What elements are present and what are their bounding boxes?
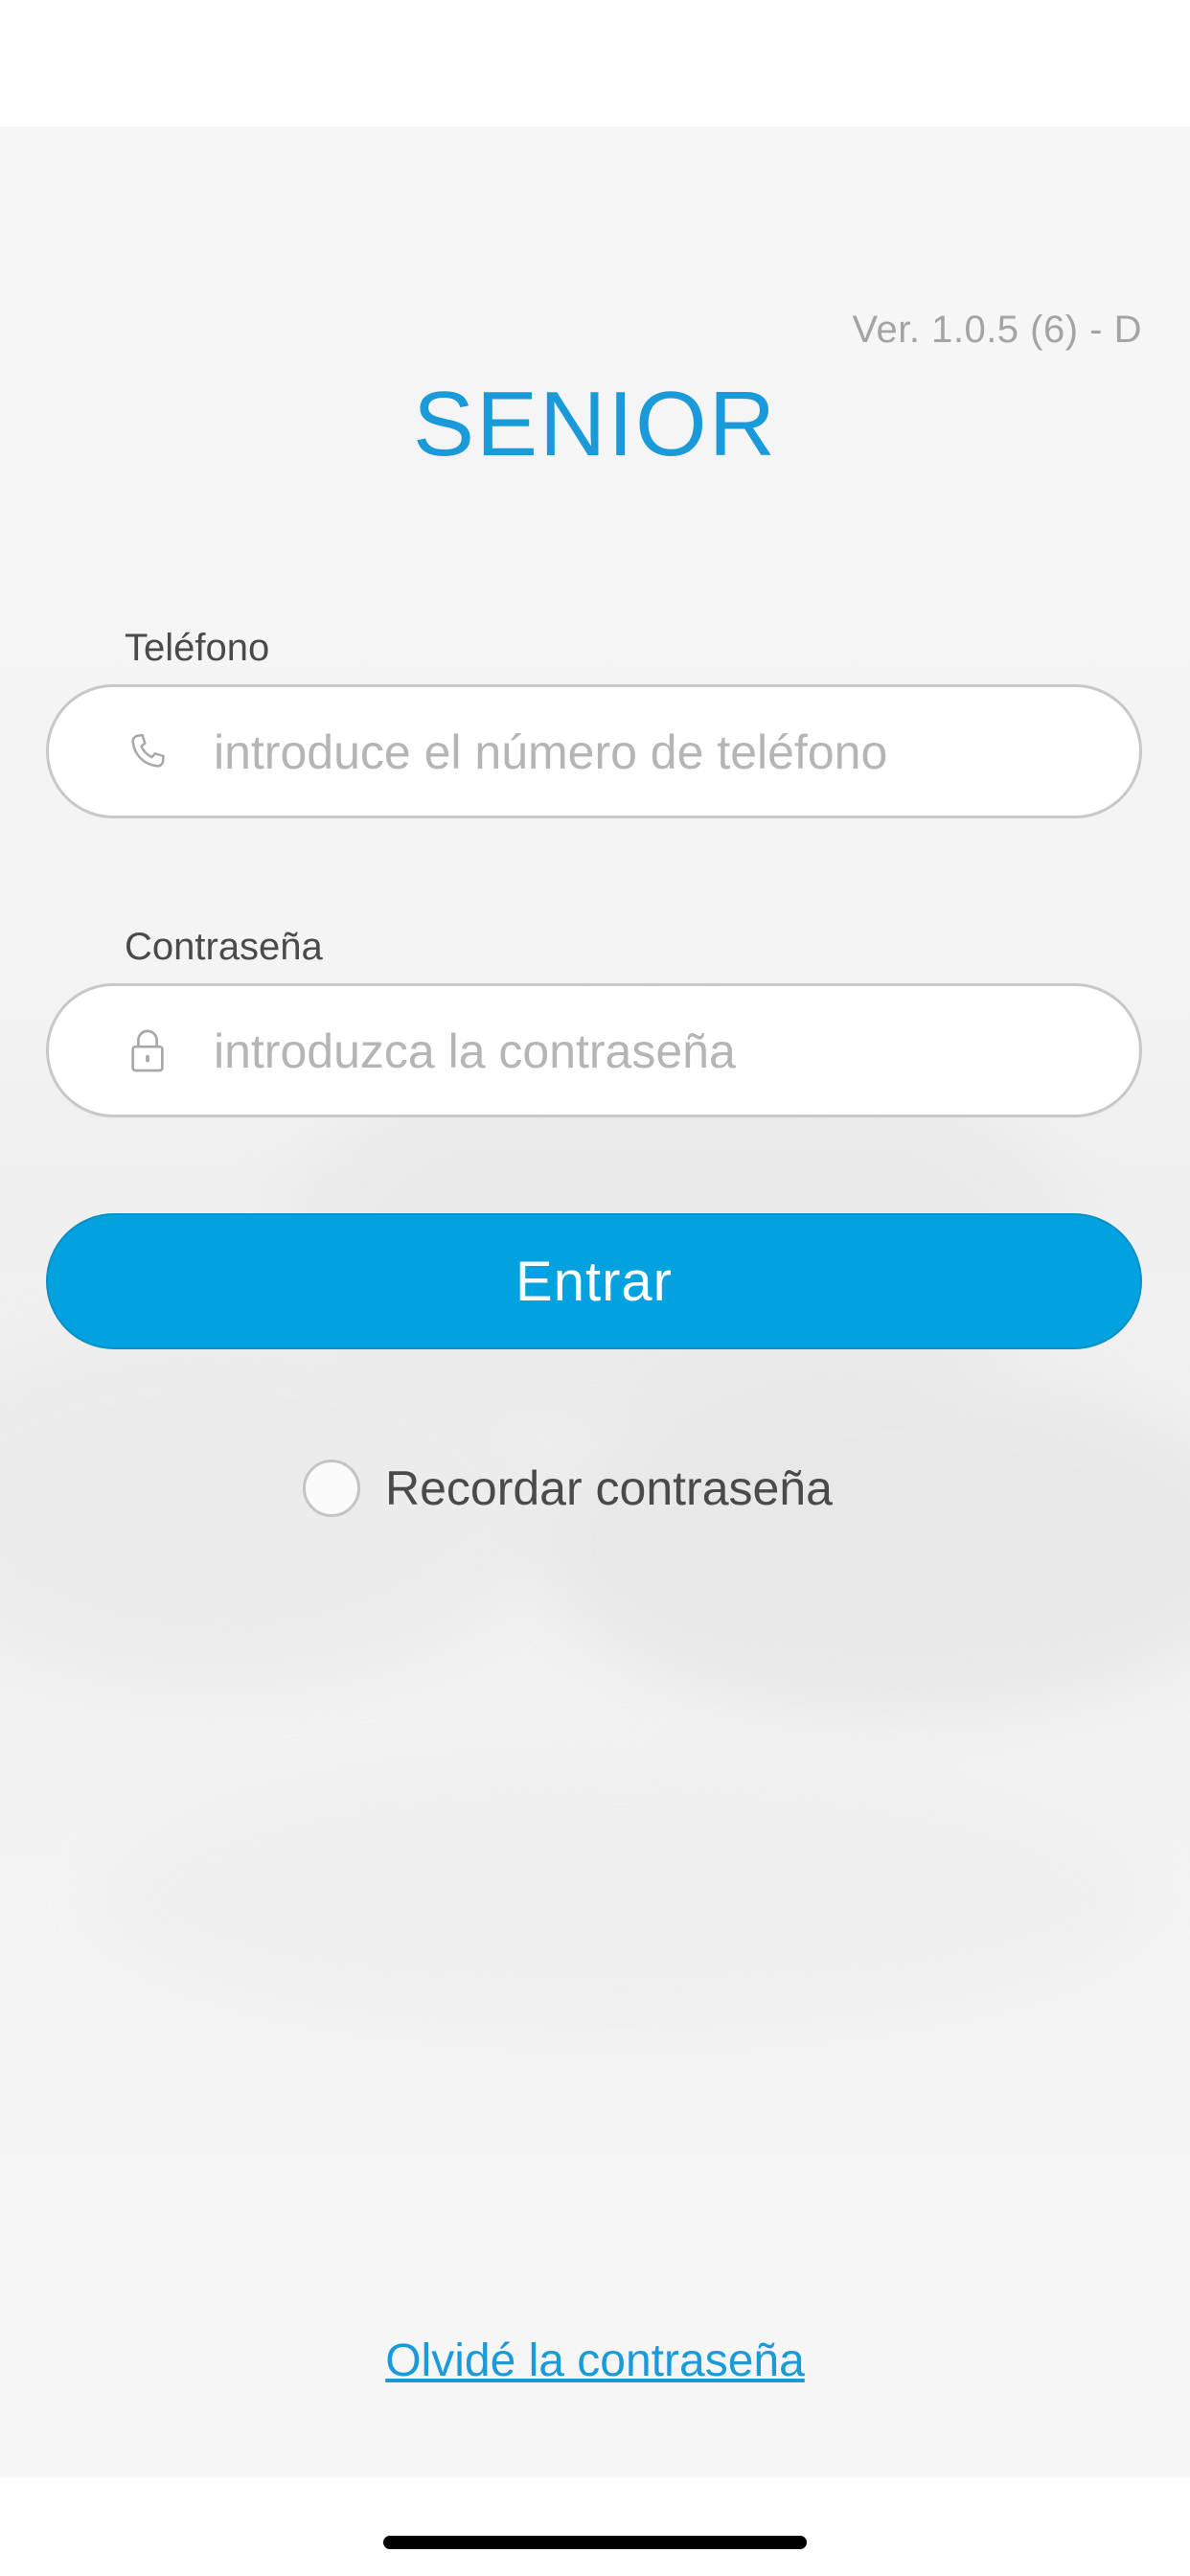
background-shape (96, 1756, 1150, 2043)
remember-password-option[interactable]: Recordar contraseña (303, 1457, 833, 1520)
phone-input[interactable] (212, 687, 1101, 817)
password-field-label: Contraseña (125, 926, 323, 968)
app-title: SENIOR (412, 373, 778, 475)
remember-password-label[interactable]: Recordar contraseña (385, 1460, 833, 1516)
login-screen: Ver. 1.0.5 (6) - D SENIOR Teléfono Contr… (0, 0, 1190, 2576)
password-input[interactable] (212, 986, 1101, 1116)
lock-icon (131, 1029, 164, 1072)
status-bar (0, 0, 1190, 126)
remember-password-radio[interactable] (303, 1460, 360, 1517)
enter-button[interactable]: Entrar (46, 1213, 1142, 1349)
home-indicator[interactable] (383, 2536, 807, 2549)
phone-field-label: Teléfono (125, 627, 270, 669)
phone-field[interactable] (46, 684, 1142, 818)
forgot-password-link[interactable]: Olvidé la contraseña (0, 2334, 1190, 2387)
password-field[interactable] (46, 983, 1142, 1117)
version-label: Ver. 1.0.5 (6) - D (852, 309, 1142, 351)
phone-icon (131, 733, 165, 768)
